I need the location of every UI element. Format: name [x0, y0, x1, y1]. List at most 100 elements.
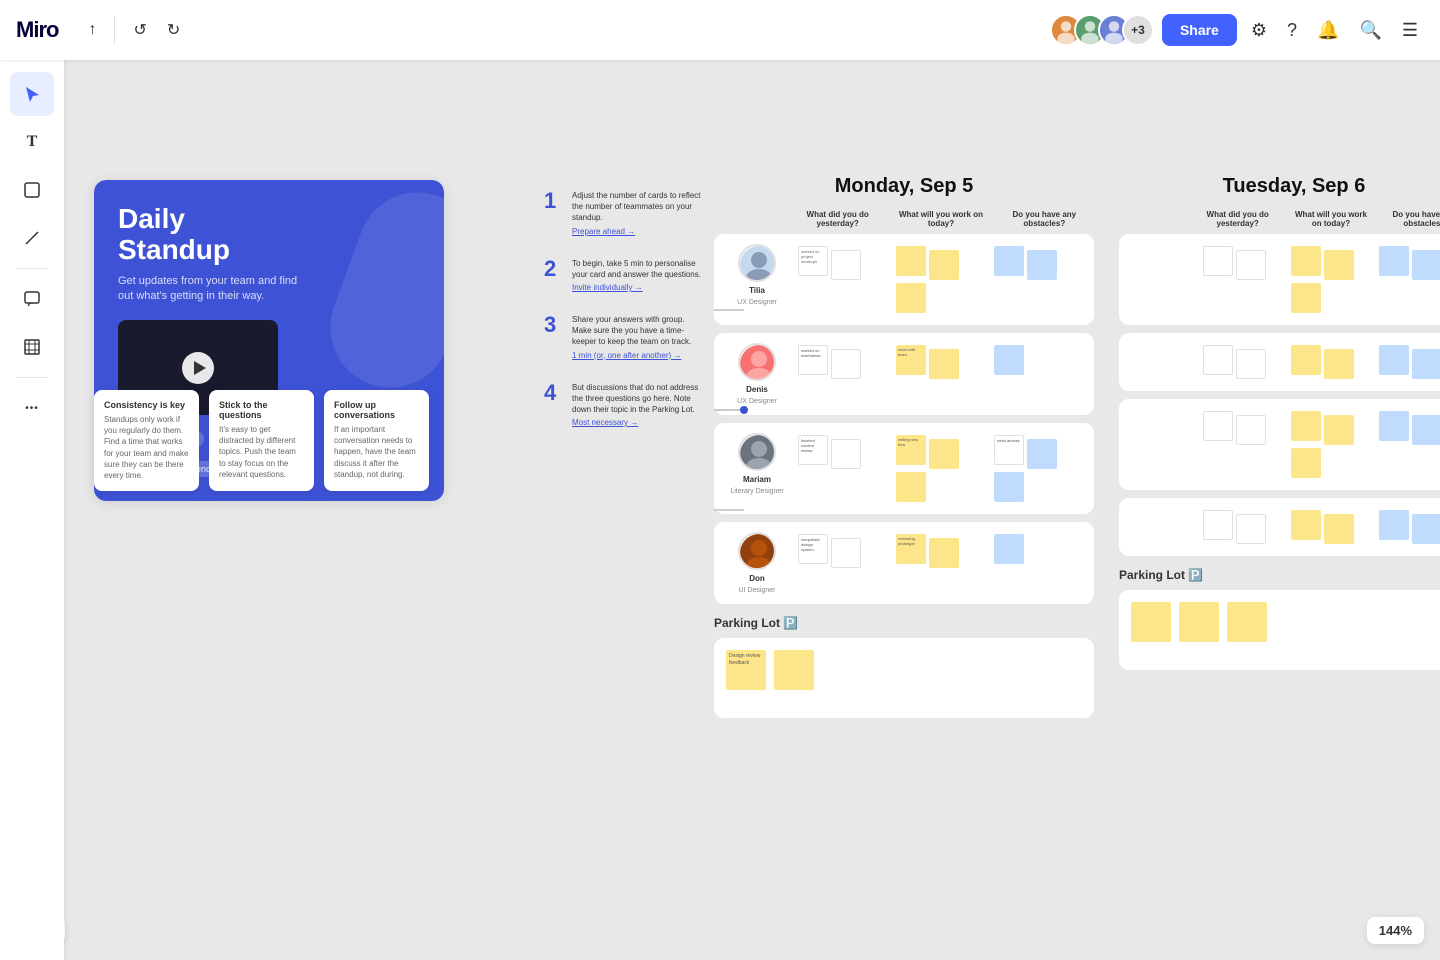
parking-sticky-2[interactable] [774, 650, 814, 690]
sticky-note[interactable] [1236, 349, 1266, 379]
header: Miro ↑ ↺ ↻ +3 Share ⚙ ? 🔔 🔍 ☰ [0, 0, 1440, 60]
sticky-note-yellow[interactable] [1291, 246, 1321, 276]
sticky-note-yellow[interactable] [1324, 514, 1354, 544]
text-tool[interactable]: T [10, 120, 54, 164]
sticky-note[interactable]: worked on project mockups [798, 246, 828, 276]
sticky-note[interactable] [1236, 514, 1266, 544]
tip-questions-text: It's easy to get distracted by different… [219, 424, 304, 480]
sticky-note-yellow[interactable] [929, 250, 959, 280]
search-icon-btn[interactable]: 🔍 [1353, 14, 1387, 47]
tilia-role: UX Designer [737, 299, 777, 306]
monday-title: Monday, Sep 5 [714, 175, 1094, 198]
sticky-note-yellow[interactable] [1324, 250, 1354, 280]
redo-button[interactable]: ↻ [157, 14, 190, 46]
intro-card-subtitle: Get updates from your team and find out … [118, 274, 298, 305]
sticky-note-blue[interactable] [1412, 349, 1440, 379]
step-3-link[interactable]: 1 min (or, one after another) → [572, 351, 704, 360]
canvas[interactable]: DailyStandup Get updates from your team … [64, 60, 1440, 960]
sticky-note-blue[interactable] [1379, 510, 1409, 540]
sticky-note[interactable] [831, 538, 861, 568]
sticky-note-yellow[interactable] [896, 283, 926, 313]
step-1-link[interactable]: Prepare ahead → [572, 227, 704, 236]
tue-col-header-person [1119, 210, 1189, 228]
sticky-note-tool[interactable] [10, 168, 54, 212]
mariam-today: writing new flow [894, 433, 988, 504]
sticky-note[interactable]: worked on wireframes [798, 345, 828, 375]
step-4-link[interactable]: Most necessary → [572, 418, 704, 427]
sticky-note[interactable] [831, 349, 861, 379]
tue-parking-sticky-1[interactable] [1131, 602, 1171, 642]
comment-tool[interactable] [10, 277, 54, 321]
don-today: reviewing prototype [894, 532, 988, 570]
step-3-number: 3 [544, 314, 564, 336]
more-tools[interactable]: ••• [10, 386, 54, 430]
tilia-row: Tilia UX Designer worked on project mock… [714, 234, 1094, 325]
sticky-note-yellow[interactable] [929, 349, 959, 379]
sticky-note-yellow[interactable] [1291, 411, 1321, 441]
tue-parking-sticky-3[interactable] [1227, 602, 1267, 642]
tips-section: Consistency is key Standups only work if… [94, 390, 429, 491]
sticky-note-blue[interactable] [1379, 411, 1409, 441]
select-tool[interactable] [10, 72, 54, 116]
sticky-note-yellow[interactable] [1291, 510, 1321, 540]
sticky-note[interactable] [1236, 415, 1266, 445]
sticky-note[interactable] [831, 439, 861, 469]
sticky-note[interactable] [831, 250, 861, 280]
sticky-note-blue[interactable] [994, 345, 1024, 375]
step-2-content: To begin, take 5 min to personalise your… [572, 258, 704, 292]
undo-button[interactable]: ↺ [123, 14, 156, 46]
sticky-note[interactable] [1203, 510, 1233, 540]
sticky-note-yellow[interactable] [896, 246, 926, 276]
sticky-note-blue[interactable] [1412, 415, 1440, 445]
tue-parking-sticky-2[interactable] [1179, 602, 1219, 642]
line-tool[interactable] [10, 216, 54, 260]
play-icon [194, 361, 206, 375]
sticky-note-yellow[interactable] [896, 472, 926, 502]
sticky-note-yellow[interactable]: meet with team [896, 345, 926, 375]
help-icon-btn[interactable]: ? [1281, 14, 1303, 47]
sticky-note[interactable] [1203, 345, 1233, 375]
sticky-note-blue[interactable] [1412, 250, 1440, 280]
sticky-note-blue[interactable] [1379, 246, 1409, 276]
sticky-note[interactable]: need access [994, 435, 1024, 465]
sticky-note-yellow[interactable] [1324, 349, 1354, 379]
notifications-icon-btn[interactable]: 🔔 [1311, 14, 1345, 47]
share-button[interactable]: Share [1162, 14, 1237, 46]
tilia-obstacles [992, 244, 1086, 282]
sticky-note-yellow[interactable] [1291, 345, 1321, 375]
sticky-note-yellow[interactable] [1291, 283, 1321, 313]
frame-tool[interactable] [10, 325, 54, 369]
sticky-note[interactable]: completed design system [798, 534, 828, 564]
sticky-note[interactable] [1203, 246, 1233, 276]
sticky-note-blue[interactable] [994, 534, 1024, 564]
sticky-note[interactable] [1203, 411, 1233, 441]
sticky-note-yellow[interactable] [1324, 415, 1354, 445]
sticky-note-yellow[interactable]: writing new flow [896, 435, 926, 465]
steps-section: 1 Adjust the number of cards to reflect … [544, 190, 704, 449]
tuesday-section: Tuesday, Sep 6 What did you do yesterday… [1119, 175, 1440, 670]
upload-button[interactable]: ↑ [78, 15, 106, 45]
sticky-note-yellow[interactable] [1291, 448, 1321, 478]
sticky-note-yellow[interactable]: reviewing prototype [896, 534, 926, 564]
play-button[interactable] [182, 352, 214, 384]
sticky-note-blue[interactable] [1379, 345, 1409, 375]
avatar-count[interactable]: +3 [1122, 14, 1154, 46]
sticky-note-yellow[interactable] [929, 538, 959, 568]
sticky-note-blue[interactable] [994, 472, 1024, 502]
parking-sticky-1[interactable]: Design review feedback [726, 650, 766, 690]
mariam-yesterday: finished content review [796, 433, 890, 471]
sticky-note-yellow[interactable] [929, 439, 959, 469]
step-2-link[interactable]: Invite individually → [572, 283, 704, 292]
tue-yesterday-3 [1201, 409, 1285, 447]
sticky-note-blue[interactable] [1027, 439, 1057, 469]
tue-yesterday-2 [1201, 343, 1285, 381]
tue-col-header-obstacles: Do you have any obstacles? [1380, 210, 1440, 228]
settings-icon-btn[interactable]: ⚙ [1245, 14, 1273, 47]
tip-consistency-text: Standups only work if you regularly do t… [104, 414, 189, 481]
sticky-note-blue[interactable] [1027, 250, 1057, 280]
sticky-note[interactable] [1236, 250, 1266, 280]
menu-icon-btn[interactable]: ☰ [1396, 14, 1424, 47]
sticky-note[interactable]: finished content review [798, 435, 828, 465]
sticky-note-blue[interactable] [994, 246, 1024, 276]
sticky-note-blue[interactable] [1412, 514, 1440, 544]
